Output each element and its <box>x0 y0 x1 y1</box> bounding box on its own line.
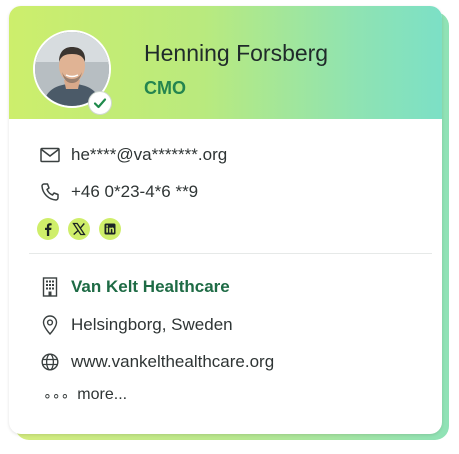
x-link[interactable] <box>68 218 90 240</box>
website-text: www.vankelthealthcare.org <box>71 352 275 371</box>
phone-row[interactable]: +46 0*23-4*6 **9 <box>39 180 198 204</box>
social-links <box>37 218 121 240</box>
company-name: Van Kelt Healthcare <box>71 277 230 296</box>
phone-icon <box>39 181 61 203</box>
section-divider <box>29 253 432 254</box>
email-row[interactable]: he****@va*******.org <box>39 143 227 167</box>
location-pin-icon <box>39 314 61 336</box>
more-label: more... <box>77 386 128 403</box>
linkedin-icon <box>104 223 116 235</box>
more-dots-icon: ∘∘∘ <box>43 386 70 403</box>
verified-badge <box>88 91 112 115</box>
contact-card-stage: Henning Forsberg CMO he****@va*******.or… <box>0 0 459 454</box>
more-button[interactable]: ∘∘∘ more... <box>43 386 127 404</box>
location-text: Helsingborg, Sweden <box>71 315 233 334</box>
profile-name: Henning Forsberg <box>144 40 329 66</box>
building-icon <box>39 276 61 298</box>
email-text: he****@va*******.org <box>71 145 228 164</box>
linkedin-link[interactable] <box>99 218 121 240</box>
card-header: Henning Forsberg CMO <box>9 6 442 119</box>
x-icon <box>72 222 86 236</box>
checkmark-icon <box>93 98 107 109</box>
company-row[interactable]: Van Kelt Healthcare <box>39 275 230 299</box>
contact-card: Henning Forsberg CMO he****@va*******.or… <box>9 6 442 434</box>
phone-text: +46 0*23-4*6 **9 <box>71 182 199 201</box>
facebook-icon <box>45 223 52 236</box>
website-row[interactable]: www.vankelthealthcare.org <box>39 350 274 374</box>
mail-icon <box>39 144 61 166</box>
profile-title: CMO <box>144 78 186 98</box>
facebook-link[interactable] <box>37 218 59 240</box>
avatar-container <box>33 30 112 115</box>
location-row: Helsingborg, Sweden <box>39 313 233 337</box>
globe-icon <box>39 351 61 373</box>
